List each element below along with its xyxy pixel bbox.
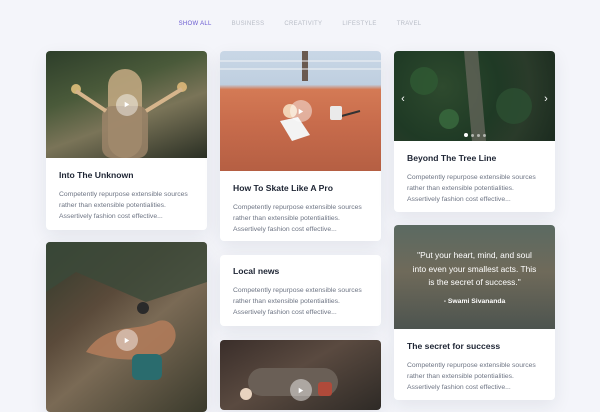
card-climber[interactable] bbox=[46, 242, 207, 412]
card-excerpt: Competently repurpose extensible sources… bbox=[233, 287, 362, 317]
play-icon bbox=[298, 108, 304, 114]
card-into-the-unknown[interactable]: Into The Unknown Competently repurpose e… bbox=[46, 51, 207, 230]
carousel-dot[interactable] bbox=[470, 133, 474, 137]
rock-climber-image bbox=[46, 242, 207, 380]
video-play-button[interactable] bbox=[289, 100, 312, 122]
quote-author: - Swami Sivananda bbox=[443, 297, 506, 305]
carousel-dot[interactable] bbox=[482, 133, 486, 137]
card-secret-for-success[interactable]: "Put your heart, mind, and soul into eve… bbox=[394, 225, 555, 400]
card-title[interactable]: Into The Unknown bbox=[59, 170, 194, 181]
video-play-button[interactable] bbox=[289, 379, 312, 401]
card-image bbox=[46, 242, 207, 412]
card-how-to-skate[interactable]: How To Skate Like A Pro Competently repu… bbox=[220, 51, 381, 241]
tab-lifestyle[interactable]: LIFESTYLE bbox=[342, 21, 376, 27]
play-icon bbox=[298, 387, 304, 393]
card-excerpt: Competently repurpose extensible sources… bbox=[407, 362, 536, 392]
card-excerpt: Competently repurpose extensible sources… bbox=[233, 204, 362, 234]
card-image bbox=[46, 51, 207, 158]
card-title[interactable]: The secret for success bbox=[407, 341, 542, 352]
card-excerpt: Competently repurpose extensible sources… bbox=[59, 191, 188, 221]
carousel-dot[interactable] bbox=[463, 133, 468, 137]
carousel: ‹ › bbox=[394, 51, 555, 141]
chevron-left-icon[interactable]: ‹ bbox=[398, 93, 408, 105]
tab-creativity[interactable]: CREATIVITY bbox=[284, 21, 322, 27]
quote-text: "Put your heart, mind, and soul into eve… bbox=[412, 250, 537, 288]
card-excerpt: Competently repurpose extensible sources… bbox=[407, 174, 536, 204]
quote-image: "Put your heart, mind, and soul into eve… bbox=[394, 225, 555, 329]
carousel-dot[interactable] bbox=[476, 133, 480, 137]
card-image bbox=[220, 51, 381, 171]
tab-show-all[interactable]: SHOW ALL bbox=[179, 21, 212, 27]
card-local-news[interactable]: Local news Competently repurpose extensi… bbox=[220, 255, 381, 326]
tab-business[interactable]: BUSINESS bbox=[232, 21, 265, 27]
carousel-dots bbox=[463, 133, 486, 137]
card-title[interactable]: How To Skate Like A Pro bbox=[233, 183, 368, 194]
video-play-button[interactable] bbox=[115, 329, 138, 351]
tab-travel[interactable]: TRAVEL bbox=[397, 21, 422, 27]
card-title[interactable]: Beyond The Tree Line bbox=[407, 153, 542, 164]
card-beyond-the-tree-line[interactable]: ‹ › Beyond The Tree Line Competently rep… bbox=[394, 51, 555, 212]
play-icon bbox=[124, 337, 130, 343]
play-icon bbox=[124, 101, 130, 108]
filter-tabs: SHOW ALL BUSINESS CREATIVITY LIFESTYLE T… bbox=[0, 21, 600, 27]
video-play-button[interactable] bbox=[115, 93, 138, 116]
quote-block: "Put your heart, mind, and soul into eve… bbox=[394, 225, 555, 329]
chevron-right-icon[interactable]: › bbox=[541, 93, 551, 105]
forest-aerial-image bbox=[410, 51, 532, 141]
card-title[interactable]: Local news bbox=[233, 266, 368, 277]
